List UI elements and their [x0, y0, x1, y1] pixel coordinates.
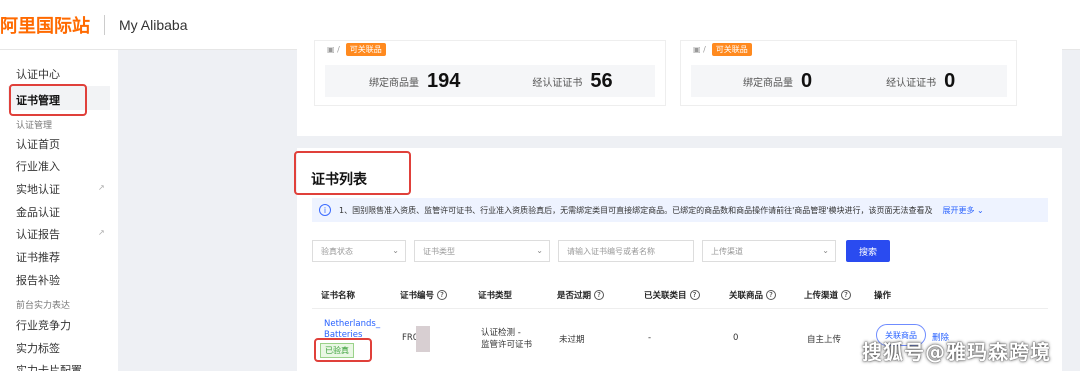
expired-value: 未过期 [559, 335, 585, 345]
sidebar-item-cert-center[interactable]: 认证中心 [16, 66, 60, 82]
sidebar-group-cert-admin: 认证管理 [16, 121, 53, 131]
chevron-down-icon: ⌄ [392, 246, 399, 255]
sidebar-item-competitiveness[interactable]: 行业竞争力 [16, 317, 71, 333]
column-header-channel: 上传渠道? [804, 289, 852, 301]
column-header-type: 证书类型 [478, 291, 513, 301]
search-button[interactable]: 搜索 [846, 240, 890, 262]
help-icon[interactable]: ? [689, 290, 700, 300]
stat-card-2-header: ▣ / [693, 45, 706, 54]
stat-bound-value: 0 [801, 69, 813, 92]
table-divider [312, 308, 1048, 309]
notice-bar: i 1、国别限售准入资质、监管许可证书、行业准入资质验真后，无需绑定类目可直接绑… [312, 198, 1048, 222]
stat-cert-value: 0 [944, 69, 956, 92]
stat-card-2-tag: 可关联品 [711, 43, 752, 56]
help-icon[interactable]: ? [594, 290, 605, 300]
sidebar-item-onsite-cert[interactable]: 实地认证 [16, 181, 60, 197]
verify-status-select[interactable]: 验真状态 ⌄ [312, 240, 406, 262]
stat-cert-label: 经认证证书 [532, 77, 583, 89]
sidebar-group-strength: 前台实力表达 [16, 301, 71, 311]
stat-bound-label: 绑定商品量 [369, 77, 419, 89]
cert-name-line1[interactable]: Netherlands_ [324, 319, 380, 329]
stat-bound-label: 绑定商品量 [743, 77, 793, 89]
chevron-down-icon: ⌄ [536, 246, 543, 255]
cert-type-select[interactable]: 证书类型 ⌄ [414, 240, 550, 262]
header-divider [104, 14, 105, 35]
watermark: 搜狐号@雅玛森跨境 [862, 340, 1051, 364]
sidebar-item-cert-recommend[interactable]: 证书推荐 [16, 249, 60, 265]
annotation-box-cert-list [294, 151, 411, 195]
annotation-box-status [314, 338, 372, 362]
info-icon: i [319, 204, 331, 216]
cert-type-line1: 认证检测 - [481, 328, 521, 338]
sidebar-item-gold-cert[interactable]: 金品认证 [16, 204, 60, 220]
upload-channel-select[interactable]: 上传渠道 ⌄ [702, 240, 836, 262]
column-header-number: 证书编号? [400, 289, 448, 301]
column-header-expired: 是否过期? [557, 289, 605, 301]
column-header-products: 关联商品? [729, 289, 777, 301]
my-alibaba-link[interactable]: My Alibaba [119, 17, 187, 33]
stat-card-2-strip: 绑定商品量 0 经认证证书 0 [691, 65, 1007, 97]
sidebar-item-strength-tags[interactable]: 实力标签 [16, 340, 60, 356]
redacted-number [416, 326, 430, 352]
external-link-icon: ↗ [98, 183, 105, 192]
stat-card-1-tag: 可关联品 [345, 43, 386, 56]
stat-cert-value: 56 [590, 69, 613, 92]
stat-card-1-strip: 绑定商品量 194 经认证证书 56 [325, 65, 655, 97]
upload-channel-value: 自主上传 [807, 335, 842, 345]
linked-products-value: 0 [733, 333, 739, 343]
external-link-icon: ↗ [98, 228, 105, 237]
column-header-action: 操作 [874, 291, 892, 301]
stat-card-1: ▣ / 可关联品 绑定商品量 194 经认证证书 56 [314, 40, 666, 106]
linked-categories-value: - [648, 333, 652, 343]
sidebar-item-industry-access[interactable]: 行业准入 [16, 158, 60, 174]
help-icon[interactable]: ? [841, 290, 852, 300]
chevron-down-icon: ⌄ [822, 246, 829, 255]
help-icon[interactable]: ? [766, 290, 777, 300]
column-header-categories: 已关联类目? [644, 289, 700, 301]
sidebar-item-strength-cards[interactable]: 实力卡片配置 [16, 362, 82, 371]
help-icon[interactable]: ? [437, 290, 448, 300]
sidebar-item-cert-home[interactable]: 认证首页 [16, 136, 60, 152]
sidebar-item-report-check[interactable]: 报告补验 [16, 272, 60, 288]
sidebar-item-cert-report[interactable]: 认证报告 [16, 226, 60, 242]
cert-type-line2: 监管许可证书 [481, 340, 533, 350]
column-header-name: 证书名称 [321, 291, 356, 301]
cert-search-input[interactable]: 请输入证书编号或者名称 [558, 240, 694, 262]
stat-card-1-header: ▣ / [327, 45, 340, 54]
alibaba-logo[interactable]: 阿里国际站 [0, 12, 90, 38]
notice-text: 1、国别限售准入资质、监管许可证书、行业准入资质验真后，无需绑定类目可直接绑定商… [339, 205, 933, 215]
stat-cert-label: 经认证证书 [886, 77, 937, 89]
expand-more-link[interactable]: 展开更多 ⌄ [942, 205, 983, 216]
stat-card-2: ▣ / 可关联品 绑定商品量 0 经认证证书 0 [680, 40, 1017, 106]
stat-bound-value: 194 [427, 69, 461, 92]
annotation-box-cert-management [9, 84, 87, 116]
